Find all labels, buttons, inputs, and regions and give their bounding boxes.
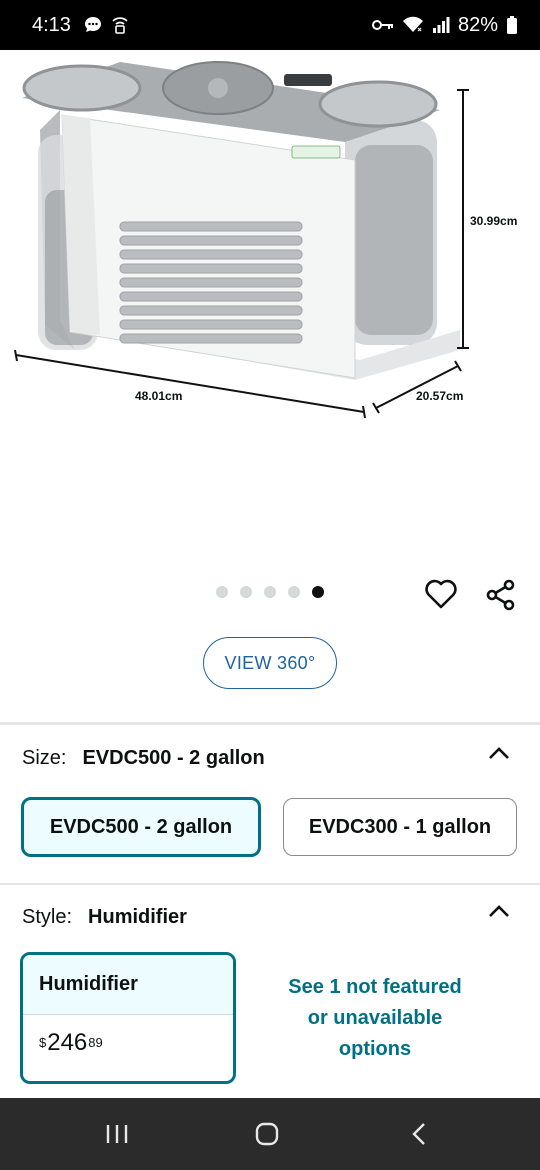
share-button[interactable] (484, 578, 518, 612)
recent-apps-icon[interactable] (104, 1122, 130, 1146)
section-divider (0, 722, 540, 725)
product-gallery[interactable]: 30.99cm 48.01cm 20.57cm VIEW 360° (0, 50, 540, 720)
style-value: Humidifier (88, 906, 187, 928)
signal-icon (432, 16, 450, 34)
style-option-title: Humidifier (23, 955, 233, 1015)
heart-icon (425, 579, 457, 609)
carousel-dot[interactable] (264, 586, 276, 598)
dimension-depth: 20.57cm (416, 389, 464, 403)
carousel-dot[interactable] (288, 586, 300, 598)
price-symbol: $ (39, 1035, 47, 1050)
see-more-line: or unavailable (307, 1007, 443, 1029)
clock: 4:13 (32, 13, 71, 36)
home-icon[interactable] (254, 1122, 280, 1146)
size-option-evdc500[interactable]: EVDC500 - 2 gallon (21, 797, 261, 857)
chevron-up-icon[interactable] (488, 746, 510, 760)
status-bar: 4:13 82% (0, 0, 540, 50)
dimension-width: 48.01cm (135, 389, 183, 403)
back-icon[interactable] (408, 1122, 432, 1146)
price-whole: 246 (47, 1029, 88, 1056)
carousel-indicator (216, 586, 324, 598)
style-selector-header[interactable]: Style: Humidifier (22, 906, 187, 929)
lock-wifi-icon (111, 15, 129, 35)
product-image[interactable] (0, 50, 540, 470)
see-unavailable-options-link[interactable]: See 1 not featured or unavailable option… (262, 972, 488, 1065)
size-label: Size: (22, 747, 67, 769)
wifi-icon (402, 16, 424, 34)
view-360-button[interactable]: VIEW 360° (203, 637, 337, 689)
carousel-dot[interactable] (240, 586, 252, 598)
style-label: Style: (22, 906, 73, 928)
size-value: EVDC500 - 2 gallon (82, 747, 265, 769)
dimension-height: 30.99cm (470, 214, 518, 228)
share-icon (486, 579, 515, 611)
size-option-evdc300[interactable]: EVDC300 - 1 gallon (283, 798, 517, 856)
size-selector-header[interactable]: Size: EVDC500 - 2 gallon (22, 747, 265, 770)
chevron-up-icon[interactable] (488, 904, 510, 918)
wishlist-button[interactable] (424, 578, 458, 610)
battery-icon (506, 15, 518, 35)
style-option-price: $ 246 89 (23, 1015, 233, 1055)
see-more-line: See 1 not featured (288, 976, 462, 998)
section-divider (0, 883, 540, 885)
battery-percent: 82% (457, 13, 498, 36)
carousel-dot-active[interactable] (312, 586, 324, 598)
system-nav-bar (0, 1098, 540, 1170)
see-more-line: options (338, 1038, 412, 1060)
chat-bubble-icon (83, 15, 103, 35)
price-fraction: 89 (88, 1035, 103, 1050)
key-icon (371, 18, 394, 32)
style-option-humidifier[interactable]: Humidifier $ 246 89 (20, 952, 236, 1084)
carousel-dot[interactable] (216, 586, 228, 598)
